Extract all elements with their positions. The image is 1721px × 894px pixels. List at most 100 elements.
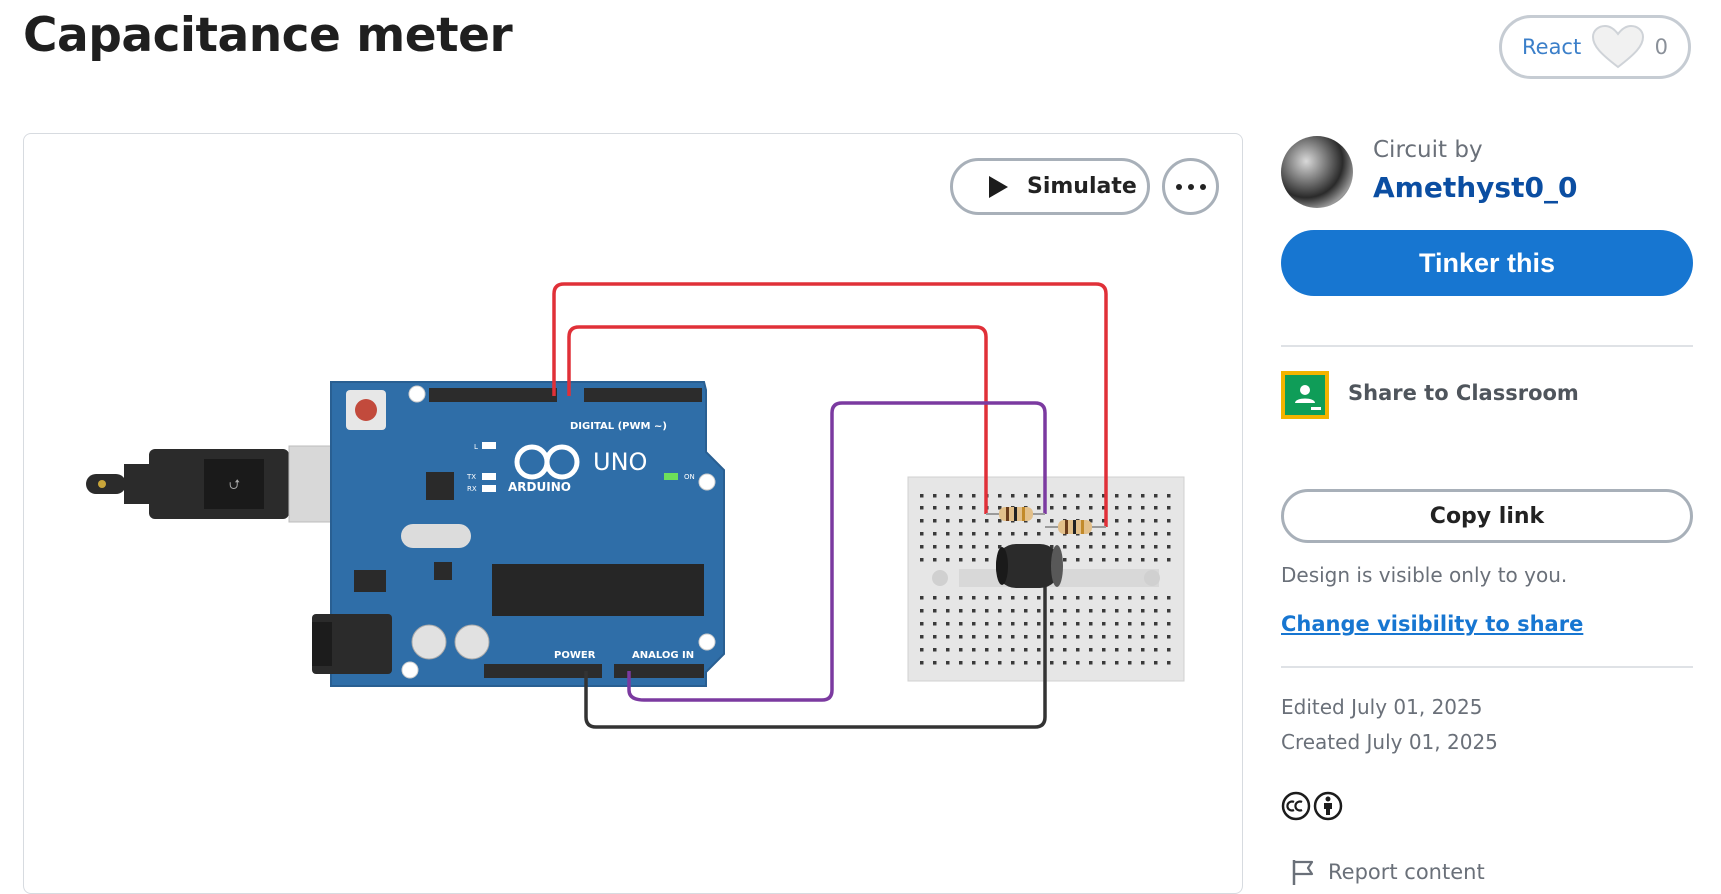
breadboard-hole bbox=[1167, 545, 1171, 549]
breadboard-hole bbox=[946, 622, 950, 626]
more-options-button[interactable] bbox=[1162, 158, 1219, 215]
breadboard-hole bbox=[959, 635, 963, 639]
breadboard-hole bbox=[1141, 596, 1145, 600]
breadboard-hole bbox=[1102, 635, 1106, 639]
license-icons[interactable] bbox=[1281, 791, 1343, 821]
google-classroom-icon[interactable] bbox=[1281, 371, 1329, 419]
breadboard-hole bbox=[959, 609, 963, 613]
breadboard-hole bbox=[972, 609, 976, 613]
breadboard-hole bbox=[1024, 609, 1028, 613]
breadboard-hole bbox=[1167, 494, 1171, 498]
breadboard-hole bbox=[1115, 494, 1119, 498]
breadboard-hole bbox=[1089, 545, 1093, 549]
breadboard-hole bbox=[1154, 635, 1158, 639]
breadboard-hole bbox=[1115, 622, 1119, 626]
breadboard-hole bbox=[1141, 635, 1145, 639]
breadboard-hole bbox=[972, 506, 976, 510]
breadboard-hole bbox=[972, 596, 976, 600]
breadboard-hole bbox=[1115, 596, 1119, 600]
breadboard-hole bbox=[1050, 532, 1054, 536]
breadboard-hole bbox=[1115, 506, 1119, 510]
breadboard-hole bbox=[985, 648, 989, 652]
board-model: UNO bbox=[593, 448, 647, 476]
breadboard-hole bbox=[985, 532, 989, 536]
breadboard-hole bbox=[1115, 635, 1119, 639]
breadboard-hole bbox=[1063, 596, 1067, 600]
breadboard-hole bbox=[1102, 558, 1106, 562]
breadboard-hole bbox=[920, 635, 924, 639]
breadboard-hole bbox=[1115, 609, 1119, 613]
svg-text:⮍: ⮍ bbox=[229, 477, 240, 493]
breadboard-hole bbox=[920, 494, 924, 498]
breadboard-hole bbox=[1050, 596, 1054, 600]
breadboard-hole bbox=[1128, 558, 1132, 562]
breadboard-hole bbox=[1167, 622, 1171, 626]
report-content-button[interactable]: Report content bbox=[1290, 858, 1485, 886]
breadboard-hole bbox=[1063, 545, 1067, 549]
breadboard-hole bbox=[1141, 494, 1145, 498]
breadboard-hole bbox=[1154, 558, 1158, 562]
breadboard-hole bbox=[1050, 648, 1054, 652]
breadboard-hole bbox=[933, 622, 937, 626]
breadboard-hole bbox=[920, 506, 924, 510]
breadboard-hole bbox=[1102, 545, 1106, 549]
breadboard-hole bbox=[1128, 648, 1132, 652]
breadboard-hole bbox=[933, 635, 937, 639]
breadboard-hole bbox=[946, 635, 950, 639]
breadboard-hole bbox=[959, 648, 963, 652]
breadboard-hole bbox=[959, 532, 963, 536]
breadboard-hole bbox=[1037, 506, 1041, 510]
breadboard-hole bbox=[985, 609, 989, 613]
react-button[interactable]: React 0 bbox=[1499, 15, 1691, 79]
breadboard-hole bbox=[1011, 609, 1015, 613]
change-visibility-link[interactable]: Change visibility to share bbox=[1281, 612, 1583, 636]
breadboard-hole bbox=[998, 532, 1002, 536]
breadboard-hole bbox=[933, 519, 937, 523]
breadboard-hole bbox=[1089, 494, 1093, 498]
simulate-button[interactable]: Simulate bbox=[950, 158, 1150, 215]
copy-link-button[interactable]: Copy link bbox=[1281, 489, 1693, 543]
breadboard-hole bbox=[1167, 635, 1171, 639]
capacitor bbox=[996, 544, 1063, 588]
breadboard-hole bbox=[946, 558, 950, 562]
breadboard-hole bbox=[1154, 596, 1158, 600]
share-to-classroom-label[interactable]: Share to Classroom bbox=[1348, 381, 1579, 405]
board-brand: ARDUINO bbox=[508, 480, 571, 494]
heart-icon bbox=[1591, 24, 1644, 69]
breadboard-hole bbox=[946, 506, 950, 510]
breadboard-hole bbox=[1063, 609, 1067, 613]
breadboard-hole bbox=[998, 494, 1002, 498]
breadboard-hole bbox=[1089, 661, 1093, 665]
tinker-this-button[interactable]: Tinker this bbox=[1281, 230, 1693, 296]
breadboard-hole bbox=[1024, 661, 1028, 665]
breadboard-hole bbox=[1141, 519, 1145, 523]
author-link[interactable]: Amethyst0_0 bbox=[1373, 171, 1577, 204]
breadboard-hole bbox=[1024, 622, 1028, 626]
breadboard-hole bbox=[1063, 494, 1067, 498]
breadboard-hole bbox=[959, 661, 963, 665]
report-content-label: Report content bbox=[1328, 860, 1485, 884]
breadboard-hole bbox=[972, 558, 976, 562]
breadboard-hole bbox=[998, 661, 1002, 665]
breadboard-hole bbox=[946, 648, 950, 652]
breadboard-hole bbox=[1050, 635, 1054, 639]
breadboard-hole bbox=[1024, 648, 1028, 652]
breadboard-hole bbox=[1024, 596, 1028, 600]
breadboard-hole bbox=[1037, 519, 1041, 523]
l-label: L bbox=[474, 443, 478, 451]
breadboard-hole bbox=[1154, 622, 1158, 626]
breadboard-hole bbox=[972, 622, 976, 626]
breadboard-hole bbox=[920, 596, 924, 600]
tx-label: TX bbox=[466, 473, 476, 481]
breadboard-hole bbox=[1115, 545, 1119, 549]
breadboard-hole bbox=[1167, 661, 1171, 665]
divider bbox=[1281, 666, 1693, 668]
circuit-by-label: Circuit by bbox=[1373, 137, 1483, 163]
author-avatar[interactable] bbox=[1281, 136, 1353, 208]
breadboard-hole bbox=[1154, 519, 1158, 523]
breadboard-hole bbox=[920, 519, 924, 523]
breadboard-hole bbox=[1167, 596, 1171, 600]
circuit-viewer[interactable]: ⮍ ARDUINO UNO DIGITAL (PWM ~) POWER ANAL… bbox=[23, 133, 1243, 894]
breadboard-hole bbox=[1076, 648, 1080, 652]
breadboard-hole bbox=[1076, 494, 1080, 498]
